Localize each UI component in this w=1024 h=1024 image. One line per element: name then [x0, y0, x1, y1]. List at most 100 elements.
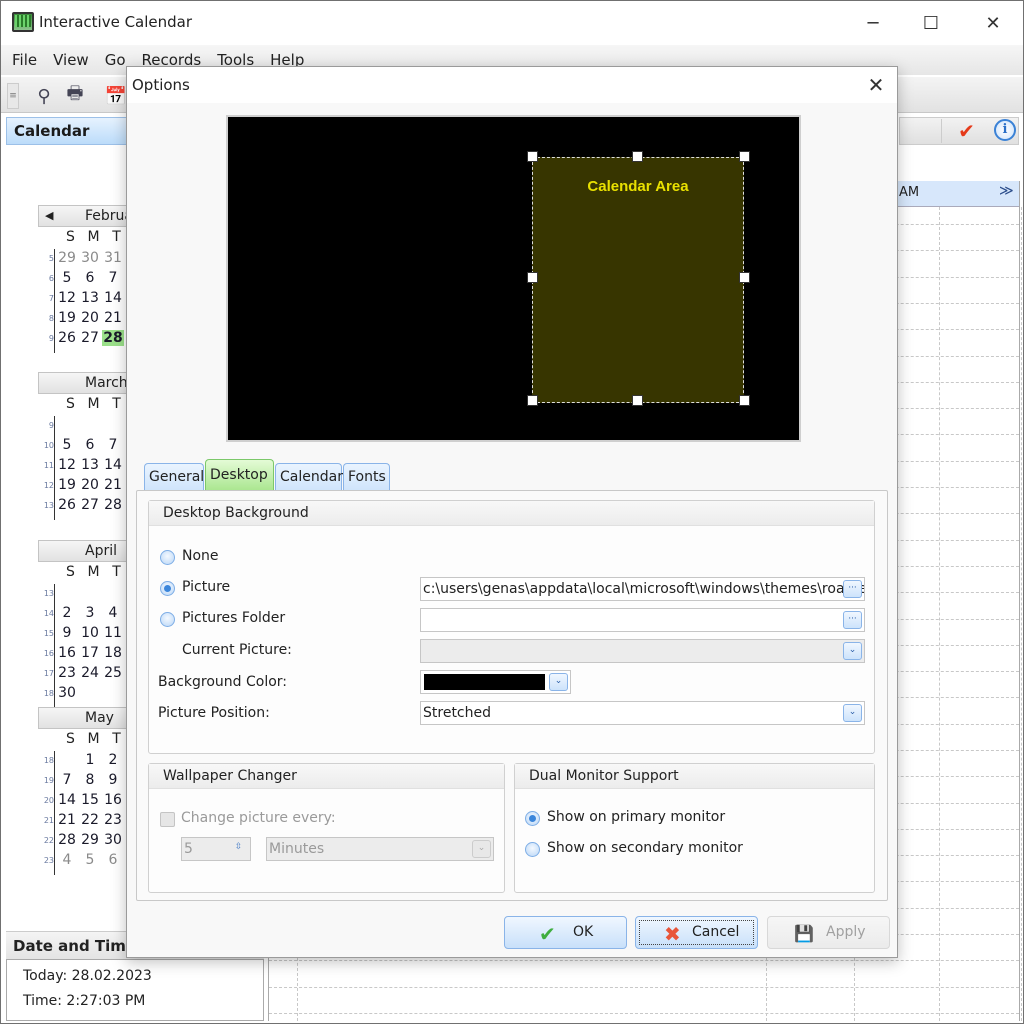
day-cell[interactable]: 28	[102, 497, 124, 513]
radio-pictures-folder-label[interactable]: Pictures Folder	[182, 610, 285, 626]
day-cell[interactable]: 24	[79, 665, 101, 681]
tab-general[interactable]: General	[144, 463, 204, 491]
day-cell[interactable]: 14	[102, 457, 124, 473]
resize-handle-ne[interactable]	[739, 151, 750, 162]
day-cell[interactable]: 17	[79, 645, 101, 661]
day-cell[interactable]: 30	[56, 685, 78, 701]
day-cell[interactable]: 14	[102, 290, 124, 306]
day-cell[interactable]: 21	[102, 310, 124, 326]
resize-handle-se[interactable]	[739, 395, 750, 406]
day-cell[interactable]: 31	[102, 250, 124, 266]
day-cell[interactable]: 30	[102, 832, 124, 848]
picture-position-select[interactable]: Stretched ⌄	[420, 701, 865, 725]
day-cell[interactable]: 30	[79, 250, 101, 266]
day-cell[interactable]: 9	[102, 772, 124, 788]
day-cell[interactable]: 27	[79, 497, 101, 513]
day-cell[interactable]: 26	[56, 330, 78, 346]
dialog-close-button[interactable]: ✕	[861, 71, 891, 99]
day-cell[interactable]: 5	[56, 270, 78, 286]
chevron-down-icon[interactable]: ⌄	[843, 704, 862, 722]
day-cell[interactable]: 14	[56, 792, 78, 808]
chevron-down-icon[interactable]: ⌄	[549, 673, 568, 691]
day-cell[interactable]: 4	[102, 605, 124, 621]
month-header-march[interactable]: March	[38, 372, 133, 394]
picture-path-input[interactable]: c:\users\genas\appdata\local\microsoft\w…	[420, 577, 865, 601]
day-cell[interactable]: 26	[56, 497, 78, 513]
day-cell[interactable]: 5	[79, 852, 101, 868]
day-cell[interactable]: 7	[56, 772, 78, 788]
day-cell[interactable]: 25	[102, 665, 124, 681]
day-cell[interactable]: 1	[79, 752, 101, 768]
day-cell[interactable]: 27	[79, 330, 101, 346]
day-cell[interactable]: 23	[102, 812, 124, 828]
tab-calendar[interactable]: Calendar	[275, 463, 343, 491]
current-picture-select[interactable]: ⌄	[420, 639, 865, 663]
calendar-area-region[interactable]: Calendar Area	[532, 157, 744, 403]
close-button[interactable]: ✕	[963, 1, 1023, 45]
day-cell[interactable]: 20	[79, 477, 101, 493]
change-picture-checkbox[interactable]	[160, 812, 175, 827]
day-cell[interactable]: 4	[56, 852, 78, 868]
day-cell[interactable]: 11	[102, 625, 124, 641]
tab-fonts[interactable]: Fonts	[343, 463, 390, 491]
menu-view[interactable]: View	[53, 51, 89, 69]
day-cell[interactable]: 12	[56, 457, 78, 473]
day-cell[interactable]: 8	[79, 772, 101, 788]
resize-handle-nw[interactable]	[527, 151, 538, 162]
prev-month-arrow-icon[interactable]: ◀	[45, 209, 53, 222]
menu-go[interactable]: Go	[105, 51, 126, 69]
print-icon[interactable]: 🖶	[62, 83, 88, 109]
day-cell[interactable]: 2	[56, 605, 78, 621]
day-cell[interactable]: 28	[56, 832, 78, 848]
day-cell[interactable]: 5	[56, 437, 78, 453]
resize-handle-sw[interactable]	[527, 395, 538, 406]
day-cell[interactable]: 18	[102, 645, 124, 661]
info-icon[interactable]: i	[994, 119, 1016, 141]
day-cell[interactable]: 6	[102, 852, 124, 868]
pictures-folder-input[interactable]: ···	[420, 608, 865, 632]
day-cell[interactable]: 19	[56, 477, 78, 493]
background-color-picker[interactable]: ⌄	[420, 670, 571, 694]
radio-picture[interactable]	[160, 581, 175, 596]
day-cell[interactable]: 7	[102, 437, 124, 453]
spin-icon[interactable]: ⇳	[229, 840, 248, 858]
day-cell[interactable]: 22	[79, 812, 101, 828]
day-cell[interactable]: 20	[79, 310, 101, 326]
maximize-button[interactable]: ☐	[901, 1, 961, 45]
month-header-may[interactable]: May	[38, 707, 133, 729]
day-cell[interactable]: 29	[56, 250, 78, 266]
radio-secondary-monitor[interactable]	[525, 842, 540, 857]
minimize-button[interactable]: ─	[843, 1, 903, 45]
interval-spinner[interactable]: 5 ⇳	[181, 837, 251, 861]
chevron-down-icon[interactable]: ⌄	[843, 642, 862, 660]
day-cell[interactable]: 9	[56, 625, 78, 641]
radio-pictures-folder[interactable]	[160, 612, 175, 627]
day-cell[interactable]: 15	[79, 792, 101, 808]
day-cell[interactable]: 12	[56, 290, 78, 306]
grip-icon[interactable]: ≡	[7, 83, 19, 109]
expand-icon[interactable]: ≫	[999, 183, 1014, 199]
resize-handle-e[interactable]	[739, 272, 750, 283]
day-cell[interactable]: 21	[56, 812, 78, 828]
day-cell-today[interactable]: 28	[102, 330, 124, 346]
radio-secondary-monitor-label[interactable]: Show on secondary monitor	[547, 840, 743, 856]
day-cell[interactable]: 10	[79, 625, 101, 641]
month-header-april[interactable]: April	[38, 540, 133, 562]
browse-picture-icon[interactable]: ···	[843, 580, 862, 598]
checkmark-icon[interactable]: ✔	[941, 119, 991, 143]
day-cell[interactable]: 29	[79, 832, 101, 848]
day-cell[interactable]: 16	[102, 792, 124, 808]
tab-desktop[interactable]: Desktop	[205, 459, 274, 492]
resize-handle-w[interactable]	[527, 272, 538, 283]
radio-primary-monitor-label[interactable]: Show on primary monitor	[547, 809, 725, 825]
day-cell[interactable]: 23	[56, 665, 78, 681]
day-cell[interactable]: 6	[79, 437, 101, 453]
day-cell[interactable]: 7	[102, 270, 124, 286]
day-cell[interactable]: 13	[79, 457, 101, 473]
radio-picture-label[interactable]: Picture	[182, 579, 230, 595]
day-cell[interactable]: 16	[56, 645, 78, 661]
day-cell[interactable]: 2	[102, 752, 124, 768]
day-cell[interactable]: 13	[79, 290, 101, 306]
menu-file[interactable]: File	[12, 51, 37, 69]
radio-none[interactable]	[160, 550, 175, 565]
